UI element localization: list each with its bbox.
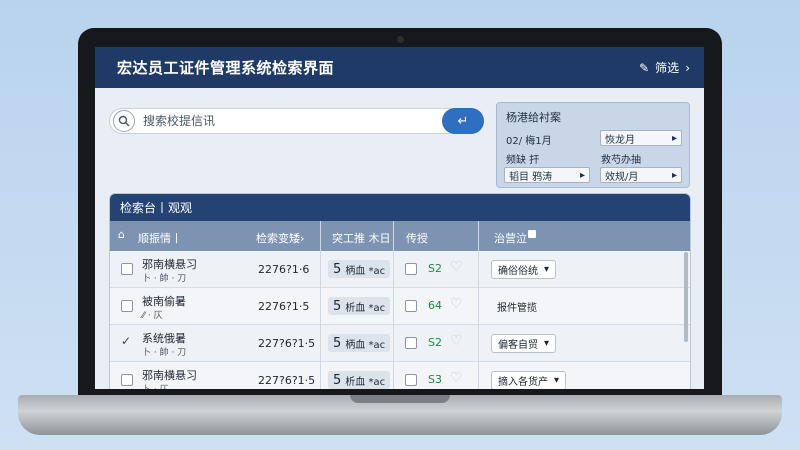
action-select[interactable]: 确俗俗统 ▾ [491, 260, 557, 279]
count-value: S2 [428, 336, 442, 349]
filter-type-select[interactable]: 韬目 鸦涛 ▸ [504, 167, 590, 183]
dropdown-arrow-icon: ▾ [544, 338, 550, 349]
action-select[interactable]: 报件管揽 [491, 297, 543, 316]
status-badge: 5 析血 *ac [328, 371, 391, 389]
heart-icon[interactable]: ♡ [450, 296, 463, 312]
column-divider [478, 221, 479, 389]
heart-icon[interactable]: ♡ [450, 333, 463, 349]
column-divider [320, 221, 321, 389]
id-number: 2276?1·5 [258, 300, 310, 313]
action-select[interactable]: 偏客自贸 ▾ [491, 334, 557, 353]
app-header: 宏达员工证件管理系统检索界面 ✎ 筛选 › [95, 47, 704, 88]
employee-subtitle: ⁄⁄ · 仄 [142, 311, 163, 321]
row-select-checkbox[interactable] [405, 263, 417, 275]
column-header[interactable]: 检索变矮› [256, 230, 304, 246]
dropdown-arrow-icon: ▸ [671, 132, 677, 144]
filter-month-select[interactable]: 恢龙月 ▸ [600, 130, 682, 146]
badge-number: 5 [333, 372, 342, 388]
search-icon [113, 110, 135, 132]
employee-subtitle: 卜 · 仄 [142, 382, 169, 389]
id-number: 227?6?1·5 [258, 337, 316, 350]
search-submit-button[interactable]: ↵ [442, 108, 484, 134]
action-select[interactable]: 摘入各货产 ▾ [491, 371, 567, 389]
badge-number: 5 [333, 298, 342, 314]
heart-icon[interactable]: ♡ [450, 370, 463, 386]
badge-label: 析血 *ac [345, 376, 386, 388]
table-header-row: ⌂ 顺振情丨 检索变矮› 突工推 木日 传授 治营泣 [110, 221, 690, 251]
filter-date-label: 02/ 梅1月 [506, 136, 552, 147]
status-badge: 5 柄血 *ac [328, 260, 391, 278]
filter-option-label: 频缺 扞 [506, 155, 540, 166]
filter-button[interactable]: ✎ 筛选 › [639, 59, 690, 76]
column-divider [393, 221, 394, 389]
app-screen: 宏达员工证件管理系统检索界面 ✎ 筛选 › ↵ 杨港给衬案 02/ 梅1月 恢龙… [95, 47, 704, 389]
employee-name: 被南偷暑 [142, 295, 186, 308]
badge-number: 5 [333, 335, 342, 351]
id-number: 2276?1·6 [258, 263, 310, 276]
table-title: 检索台丨观观 [110, 194, 690, 221]
employee-subtitle: 卜 · 帥 · 刀 [142, 274, 187, 284]
table-row[interactable]: 邪南横悬习卜 · 帥 · 刀 2276?1·6 5 柄血 *ac S2 ♡ 确俗俗统 ▾ [110, 251, 690, 288]
count-value: 64 [428, 299, 442, 312]
badge-label: 柄血 *ac [345, 265, 386, 277]
badge-number: 5 [333, 261, 342, 277]
id-number: 227?6?1·5 [258, 374, 316, 387]
vertical-scrollbar[interactable] [684, 252, 688, 342]
row-select-checkbox[interactable] [405, 300, 417, 312]
status-badge: 5 析血 *ac [328, 297, 391, 315]
heart-icon[interactable]: ♡ [450, 259, 463, 275]
column-header[interactable]: 治营泣 [494, 230, 527, 246]
filter-label: 筛选 [655, 61, 680, 75]
search-bar[interactable]: ↵ [109, 108, 484, 134]
action-label: 报件管揽 [497, 303, 537, 314]
table-body: 邪南横悬习卜 · 帥 · 刀 2276?1·6 5 柄血 *ac S2 ♡ 确俗俗统 ▾ 被南偷… [110, 251, 690, 389]
count-value: S2 [428, 262, 442, 275]
badge-label: 柄血 *ac [345, 339, 386, 351]
employee-name: 邪南横悬习 [142, 258, 197, 271]
column-toggle-icon[interactable] [528, 230, 536, 238]
status-badge: 5 柄血 *ac [328, 334, 391, 352]
row-checkbox[interactable] [121, 263, 133, 275]
dropdown-arrow-icon: ▾ [544, 264, 550, 275]
employee-name: 系统俄暑 [142, 332, 186, 345]
filter-period-select[interactable]: 效规/月 ▸ [600, 167, 682, 183]
filter-panel-title: 杨港给衬案 [506, 111, 561, 124]
search-input[interactable] [143, 114, 423, 128]
employee-name: 邪南横悬习 [142, 369, 197, 382]
filter-option-label-2: 救芍办抽 [601, 155, 641, 166]
row-select-checkbox[interactable] [405, 374, 417, 386]
action-label: 偏客自贸 [498, 340, 538, 351]
filter-month-value: 恢龙月 [605, 134, 635, 146]
badge-label: 析血 *ac [345, 302, 386, 314]
chevron-right-icon: › [685, 60, 690, 75]
row-checkbox[interactable] [121, 374, 133, 386]
results-table: 检索台丨观观 ⌂ 顺振情丨 检索变矮› 突工推 木日 传授 治营泣 邪南横悬习卜… [109, 193, 691, 389]
checked-icon[interactable]: ✓ [121, 334, 133, 348]
table-row[interactable]: 被南偷暑 ⁄⁄ · 仄 2276?1·5 5 析血 *ac 64 ♡ 报件管揽 [110, 288, 690, 325]
table-row[interactable]: ✓ 系统俄暑卜 · 帥 · 刀 227?6?1·5 5 柄血 *ac S2 ♡ 偏客自贸 ▾ [110, 325, 690, 362]
column-header[interactable]: 传授 [406, 230, 428, 246]
count-value: S3 [428, 373, 442, 386]
action-label: 确俗俗统 [498, 266, 538, 277]
employee-subtitle: 卜 · 帥 · 刀 [142, 348, 187, 358]
camera-icon [397, 36, 404, 43]
dropdown-arrow-icon: ▸ [579, 169, 585, 181]
app-title: 宏达员工证件管理系统检索界面 [117, 59, 335, 77]
table-row[interactable]: 邪南横悬习卜 · 仄 227?6?1·5 5析血 *ac S3 ♡ 摘入各货产 ▾ [110, 362, 690, 389]
home-icon: ⌂ [118, 228, 125, 241]
dropdown-arrow-icon: ▾ [554, 375, 560, 386]
column-header[interactable]: 顺振情丨 [138, 230, 182, 246]
laptop-notch [350, 395, 450, 403]
pencil-icon: ✎ [639, 60, 650, 75]
filter-type-value: 韬目 鸦涛 [509, 171, 553, 183]
column-header[interactable]: 突工推 木日 [332, 230, 391, 246]
enter-icon: ↵ [457, 113, 469, 129]
filter-period-value: 效规/月 [605, 171, 639, 183]
filter-panel: 杨港给衬案 02/ 梅1月 恢龙月 ▸ 频缺 扞 救芍办抽 韬目 鸦涛 ▸ 效规/月… [496, 102, 690, 188]
action-label: 摘入各货产 [498, 377, 548, 388]
dropdown-arrow-icon: ▸ [671, 169, 677, 181]
row-select-checkbox[interactable] [405, 337, 417, 349]
row-checkbox[interactable] [121, 300, 133, 312]
